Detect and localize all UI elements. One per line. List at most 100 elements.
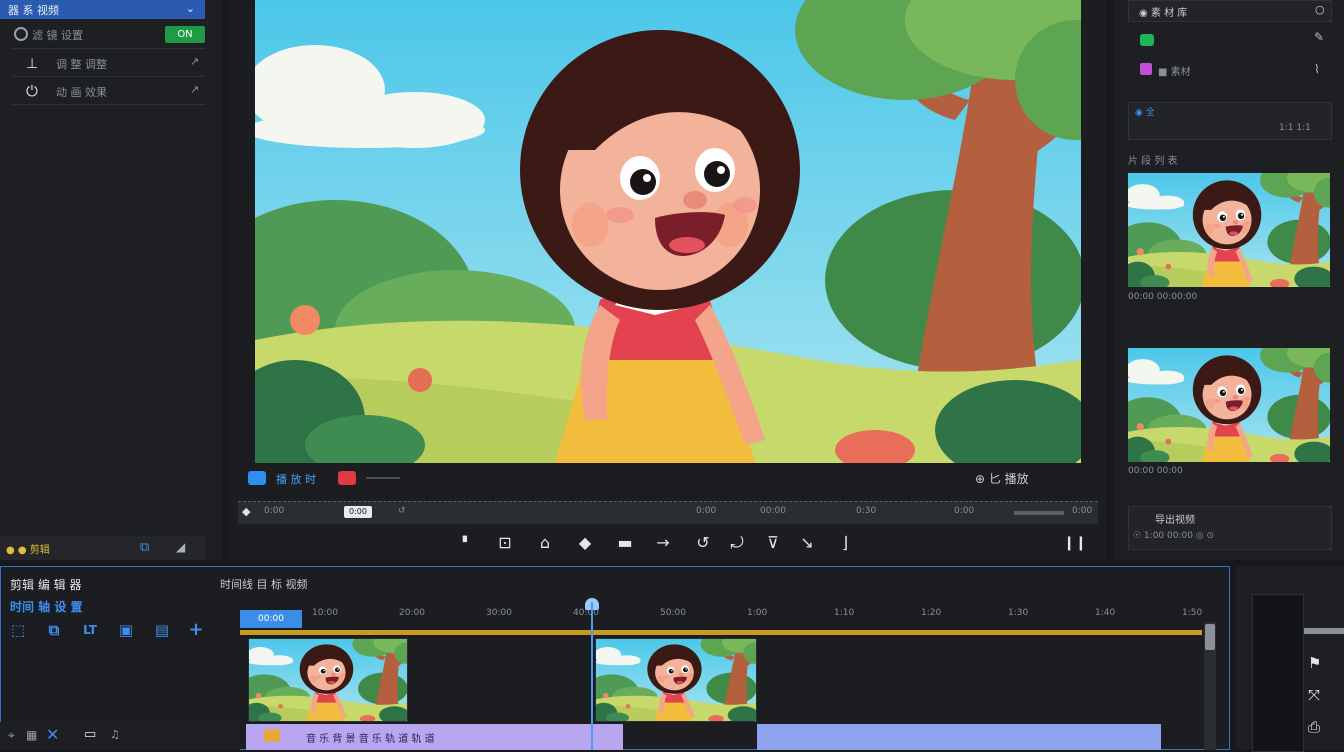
media-tool-icon[interactable]: ▣ (116, 620, 136, 640)
left-header-label: 器 系 视频 (8, 4, 59, 17)
row-label: ■ 素材 (1158, 67, 1191, 78)
preview-frame-image (255, 0, 1081, 463)
media-library-label: ◉ 素 材 库 (1139, 8, 1188, 19)
timeline-side-panel: ⚑ ⤧ ⎙ (1236, 566, 1344, 752)
grid-icon[interactable]: ▦ (26, 728, 37, 742)
rotate-icon[interactable]: ⤾ (724, 530, 750, 556)
crop-icon[interactable]: ⌋ (832, 530, 858, 556)
caption-icon[interactable]: ▭ (84, 727, 96, 742)
ruler-tick-label: 20:00 (399, 608, 425, 618)
timeline-title: 剪辑 编 辑 器 (10, 578, 82, 592)
divider (12, 76, 205, 77)
export-box[interactable]: 导出视频 ☉ 1:00 00:00 ◎ ⊙ (1128, 506, 1332, 550)
scrub-label: ↺ (398, 506, 406, 516)
status-badge[interactable]: ON (165, 26, 205, 43)
ruler-tick-label: 1:40 (1095, 608, 1116, 618)
audio-clip[interactable]: 音 乐 背 景 音 乐 轨 道 轨 道 (246, 724, 623, 750)
left-row-label: 滤 镜 设置 (32, 29, 83, 42)
clip-icon[interactable]: ▬ (612, 530, 638, 556)
arrow-icon[interactable]: ↗ (190, 83, 199, 96)
toggle-icon[interactable] (14, 27, 28, 41)
ruler-tick-label: 1:00 (747, 608, 768, 618)
playhead[interactable] (591, 602, 593, 750)
scrub-left-icon[interactable]: ◆ (242, 505, 250, 518)
scrub-label: 0:00 (264, 506, 285, 516)
property-field[interactable]: ◉ 全 1:1 1:1 (1128, 102, 1332, 140)
scrub-label: 0:30 (856, 506, 877, 516)
left-panel-header[interactable]: 器 系 视频 ⌄ (0, 0, 205, 19)
home-icon[interactable]: ⌂ (532, 530, 558, 556)
undo-icon[interactable]: ↺ (690, 530, 716, 556)
clip-frame-image (596, 639, 756, 721)
scrub-bar[interactable]: ◆ 0:00 0:00 ↺ 0:00 00:00 0:30 0:00 0:00 (238, 501, 1098, 524)
forward-icon[interactable]: → (650, 530, 676, 556)
flag-icon[interactable]: ⚑ (1308, 654, 1321, 672)
video-clip[interactable] (248, 638, 408, 722)
record-icon[interactable] (338, 471, 356, 485)
left-status-bar: ● ● 剪辑 ⧉ ◢ (0, 536, 205, 560)
left-row-adjust[interactable]: ⊥ 调 整 调整 ↗ (22, 52, 205, 74)
ruler-labels: 10:00 20:00 30:00 40:00 50:00 1:00 1:10 1:20 1:3… (240, 608, 1202, 622)
pause-icon[interactable]: ❙❙ (1062, 530, 1088, 556)
field-label: ◉ 全 (1135, 108, 1155, 118)
ruler-tick-label: 1:30 (1008, 608, 1029, 618)
title-tool-icon[interactable]: ▤ (152, 620, 172, 640)
clip-frame-image (249, 639, 407, 721)
left-row-animation[interactable]: ⏻ 动 画 效果 ↗ (22, 80, 205, 102)
scrub-label: 0:00 (1072, 506, 1093, 516)
zoom-slider[interactable] (1014, 511, 1064, 515)
green-tag-icon[interactable] (1140, 34, 1154, 46)
clip-thumbnail[interactable] (1128, 348, 1330, 462)
export-icon[interactable]: ⎙ (1308, 718, 1320, 736)
marker-icon[interactable]: ▘ (454, 530, 480, 556)
power-icon: ⏻ (26, 82, 38, 100)
collapse-icon[interactable]: ⤧ (1308, 686, 1320, 704)
media-library-header[interactable]: ◉ 素 材 库 ○ (1128, 0, 1332, 22)
ruler-tick-label: 1:10 (834, 608, 855, 618)
play-mode-icon[interactable] (248, 471, 266, 485)
viewer-right-label[interactable]: ⊕ 匕 播放 (975, 470, 1029, 487)
viewer-info-bar: 播 放 时 ⊕ 匕 播放 (240, 466, 1100, 492)
clip-thumbnail[interactable] (1128, 173, 1330, 287)
ruler-tick-label: 10:00 (312, 608, 338, 618)
section-label: 片 段 列 表 (1128, 156, 1178, 167)
video-clip[interactable] (595, 638, 757, 722)
resize-icon[interactable]: ◢ (176, 540, 185, 554)
brush-icon[interactable]: ⌇ (1314, 62, 1320, 76)
audio-clip[interactable] (757, 724, 1161, 750)
scrub-label: 00:00 (760, 506, 786, 516)
edit-icon[interactable]: ✎ (1314, 30, 1324, 44)
layers-icon[interactable]: ⧉ (140, 540, 149, 555)
arrow-icon[interactable]: ↗ (190, 55, 199, 68)
left-row-filter[interactable]: 滤 镜 设置 (12, 26, 162, 44)
keyframe-icon[interactable]: ◆ (572, 530, 598, 556)
cut-icon[interactable]: ↘ (794, 530, 820, 556)
music-icon (264, 729, 280, 742)
chevron-down-icon[interactable]: ⌄ (186, 2, 195, 15)
ruler-tick-label: 50:00 (660, 608, 686, 618)
purple-tag-icon[interactable] (1140, 63, 1152, 75)
audio-icon[interactable]: ♫ (110, 728, 120, 741)
ruler-tick-label: 1:50 (1182, 608, 1203, 618)
meter-bar (1304, 628, 1344, 634)
circle-icon[interactable]: ○ (1315, 3, 1325, 16)
video-preview[interactable] (255, 0, 1081, 463)
add-track-icon[interactable]: + (186, 620, 206, 640)
volume-slider[interactable] (366, 477, 400, 479)
select-tool-icon[interactable]: ⬚ (8, 620, 28, 640)
text-tool-icon[interactable]: LT (80, 620, 100, 640)
playback-controls: ▘ ⊡ ⌂ ◆ ▬ → ↺ ⤾ ⊽ ↘ ⌋ ❙❙ (440, 530, 1100, 556)
export-values: ☉ 1:00 00:00 ◎ ⊙ (1133, 531, 1215, 541)
snap-icon[interactable]: ⌖ (8, 728, 15, 743)
timeline-bottom-tools: ⌖ ▦ ✕ ▭ ♫ (0, 722, 240, 750)
divider (12, 104, 205, 105)
work-area-bar[interactable] (240, 630, 1202, 635)
meter-panel (1252, 594, 1304, 752)
razor-icon[interactable]: ✕ (46, 725, 59, 744)
scrollbar-thumb[interactable] (1205, 624, 1215, 650)
mask-icon[interactable]: ⊽ (760, 530, 786, 556)
frame-icon[interactable]: ⊡ (492, 530, 518, 556)
scrub-timecode[interactable]: 0:00 (344, 506, 372, 518)
field-value: 1:1 1:1 (1279, 123, 1311, 133)
split-tool-icon[interactable]: ⧉ (44, 620, 64, 640)
